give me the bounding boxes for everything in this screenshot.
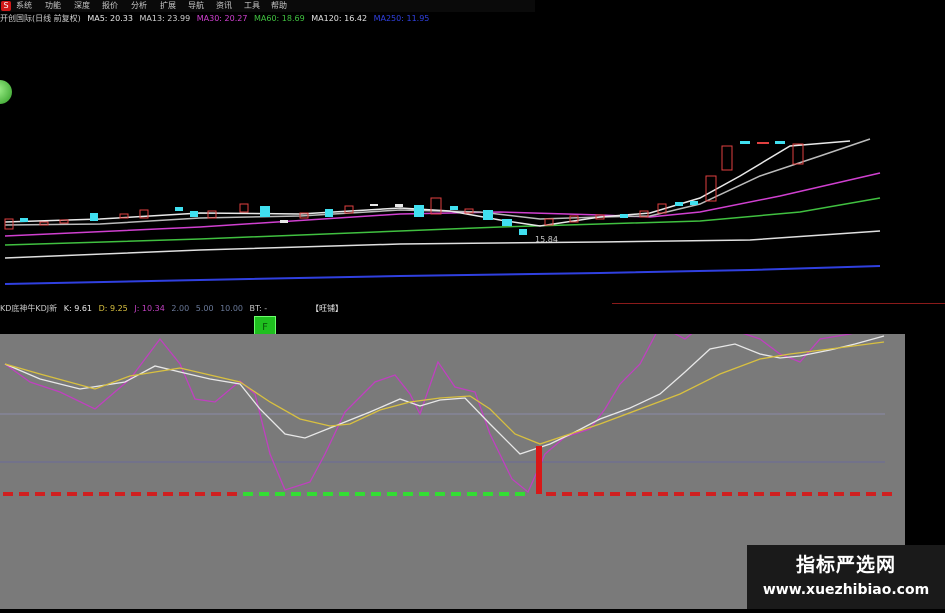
menu-item-quote[interactable]: 报价 [102, 0, 118, 12]
menu-item-news[interactable]: 资讯 [216, 0, 232, 12]
menu-item-tools[interactable]: 工具 [244, 0, 260, 12]
ma60-value: MA60: 18.69 [254, 14, 305, 23]
red-buy-bar [536, 446, 542, 494]
bt-value: BT: - [249, 304, 268, 313]
ma-info-bar: 开创国际(日线 前复权) MA5: 20.33 MA13: 23.99 MA30… [0, 13, 433, 25]
param-2: 5.00 [195, 304, 214, 313]
ma250-value: MA250: 11.95 [373, 14, 430, 23]
low-price-label: 15.84 [535, 235, 558, 244]
param-1: 2.00 [171, 304, 190, 313]
ma120-value: MA120: 16.42 [311, 14, 368, 23]
k-value: K: 9.61 [63, 304, 93, 313]
separator-line [612, 303, 945, 304]
menu-item-analysis[interactable]: 分析 [131, 0, 147, 12]
menu-item-help[interactable]: 帮助 [271, 0, 287, 12]
j-line [4, 318, 885, 494]
price-chart: 15.84 [4, 138, 881, 285]
watermark-banner: 指标严选网 www.xuezhibiao.com [747, 545, 945, 609]
ma30-line [4, 172, 881, 237]
menu-item-depth[interactable]: 深度 [74, 0, 90, 12]
menu-bar: S 系统 功能 深度 报价 分析 扩展 导航 资讯 工具 帮助 [0, 0, 535, 12]
j-value: J: 10.34 [134, 304, 165, 313]
shop-tag[interactable]: 【旺铺】 [311, 303, 343, 315]
app-logo-icon: S [1, 1, 11, 11]
param-3: 10.00 [220, 304, 243, 313]
watermark-url: www.xuezhibiao.com [762, 582, 930, 598]
indicator-label-bar: KD底神牛KDJ新 K: 9.61 D: 9.25 J: 10.34 2.00 … [0, 303, 343, 315]
menu-item-extend[interactable]: 扩展 [160, 0, 176, 12]
ma250-line [4, 265, 881, 285]
menu-item-nav[interactable]: 导航 [188, 0, 204, 12]
ma5-value: MA5: 20.33 [87, 14, 133, 23]
ma13-line [4, 138, 871, 226]
ma13-value: MA13: 23.99 [139, 14, 191, 23]
ma120-line [4, 230, 881, 259]
k-line [4, 335, 885, 455]
d-value: D: 9.25 [98, 304, 128, 313]
ma30-value: MA30: 20.27 [196, 14, 248, 23]
stock-title: 开创国际(日线 前复权) [0, 14, 81, 23]
menu-item-system[interactable]: 系统 [16, 0, 32, 12]
d-line [4, 341, 885, 445]
indicator-title: KD底神牛KDJ新 [0, 304, 58, 313]
watermark-title: 指标严选网 [795, 554, 896, 576]
menu-item-function[interactable]: 功能 [45, 0, 61, 12]
